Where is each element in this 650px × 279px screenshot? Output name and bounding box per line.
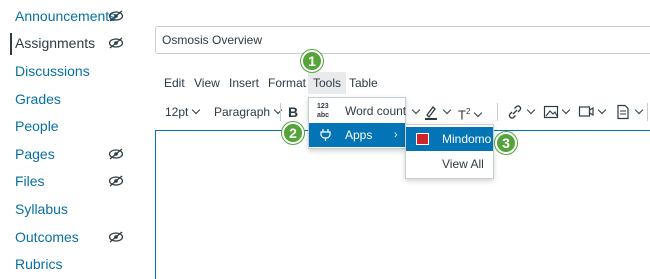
sidebar-item-grades[interactable]: Grades xyxy=(0,87,140,111)
chevron-down-icon xyxy=(526,105,536,115)
chevron-down-icon[interactable] xyxy=(631,98,644,126)
menu-tools[interactable]: Tools xyxy=(308,72,347,94)
chevron-down-icon[interactable] xyxy=(439,98,452,126)
chevron-down-icon xyxy=(192,105,201,115)
step-callout-2: 2 xyxy=(282,122,304,144)
sidebar-item-label: Grades xyxy=(15,91,61,107)
sidebar-item-announcements[interactable]: Announcements xyxy=(0,4,140,28)
apps-submenu: Mindomo View All xyxy=(405,124,494,179)
chevron-down-icon xyxy=(442,105,452,115)
assignment-title-field[interactable] xyxy=(155,26,650,54)
menu-item-label: Word count xyxy=(345,104,407,118)
menu-edit[interactable]: Edit xyxy=(164,72,185,94)
menu-insert[interactable]: Insert xyxy=(229,72,259,94)
sidebar-item-syllabus[interactable]: Syllabus xyxy=(0,197,140,221)
sidebar-item-label: Syllabus xyxy=(15,201,68,217)
sidebar-item-label: Rubrics xyxy=(15,256,63,272)
chevron-down-icon xyxy=(273,105,283,115)
toolbar-divider xyxy=(647,103,648,121)
menu-item-label: View All xyxy=(442,157,484,171)
block-format-dropdown[interactable]: Paragraph xyxy=(214,98,283,126)
menu-item-label: Apps xyxy=(345,128,373,142)
sidebar-item-pages[interactable]: Pages xyxy=(0,142,140,166)
toolbar-divider xyxy=(280,103,281,121)
sidebar-item-label: Files xyxy=(15,173,45,189)
mindomo-icon xyxy=(416,133,429,145)
chevron-down-icon[interactable] xyxy=(523,98,536,126)
chevron-down-icon xyxy=(561,105,571,115)
menu-table[interactable]: Table xyxy=(349,72,378,94)
link-icon[interactable] xyxy=(507,104,523,120)
step-callout-3: 3 xyxy=(495,132,517,154)
sidebar-item-people[interactable]: People xyxy=(0,114,140,138)
highlight-color-icon[interactable] xyxy=(423,104,439,120)
font-size-dropdown[interactable]: 12pt xyxy=(165,98,201,126)
chevron-down-icon[interactable] xyxy=(408,98,421,126)
media-icon[interactable] xyxy=(578,104,594,120)
eye-slash-icon xyxy=(108,10,124,22)
sidebar-item-label: Discussions xyxy=(15,63,90,79)
eye-slash-icon xyxy=(108,148,124,160)
chevron-down-icon xyxy=(597,105,607,115)
word-count-icon: 123 abc xyxy=(317,103,330,119)
sidebar-item-discussions[interactable]: Discussions xyxy=(0,59,140,83)
chevron-down-icon[interactable] xyxy=(594,98,607,126)
sidebar-item-label: Outcomes xyxy=(15,229,79,245)
document-icon[interactable] xyxy=(615,104,631,120)
sidebar-item-outcomes[interactable]: Outcomes xyxy=(0,225,140,249)
sidebar-item-label: People xyxy=(15,118,59,134)
sidebar-item-label: Announcements xyxy=(15,8,117,24)
toolbar-divider xyxy=(497,103,498,121)
chevron-down-icon xyxy=(634,105,644,115)
course-nav-sidebar: Announcements Assignments Discussions Gr… xyxy=(0,0,140,279)
rich-content-editor-body[interactable] xyxy=(155,130,650,279)
menu-item-word-count[interactable]: 123 abc Word count xyxy=(309,99,407,123)
menu-item-label: Mindomo xyxy=(442,132,492,146)
chevron-down-icon[interactable] xyxy=(558,98,571,126)
sidebar-item-label: Pages xyxy=(15,146,55,162)
chevron-right-icon: › xyxy=(394,129,398,141)
menu-item-apps[interactable]: Apps › xyxy=(309,123,405,147)
sidebar-item-label: Assignments xyxy=(15,35,96,51)
sidebar-item-assignments[interactable]: Assignments xyxy=(0,31,140,55)
eye-slash-icon xyxy=(108,175,124,187)
sidebar-item-files[interactable]: Files xyxy=(0,169,140,193)
assignment-title-input[interactable] xyxy=(156,27,650,53)
chevron-down-icon xyxy=(474,109,483,118)
eye-slash-icon xyxy=(108,231,124,243)
menu-view[interactable]: View xyxy=(194,72,220,94)
plug-icon xyxy=(320,129,331,141)
image-icon[interactable] xyxy=(543,104,559,120)
eye-slash-icon xyxy=(108,37,124,49)
active-indicator xyxy=(10,33,12,55)
block-format-value: Paragraph xyxy=(214,105,271,119)
step-callout-1: 1 xyxy=(301,50,323,72)
chevron-down-icon xyxy=(411,105,421,115)
menu-item-mindomo[interactable]: Mindomo xyxy=(406,127,493,151)
font-size-value: 12pt xyxy=(165,105,189,119)
tools-menu: 123 abc Word count Apps › xyxy=(308,97,406,149)
sidebar-item-rubrics[interactable]: Rubrics xyxy=(0,252,140,276)
superscript-icon[interactable]: T2 xyxy=(458,98,483,126)
menu-format[interactable]: Format xyxy=(268,72,306,94)
menu-item-view-all[interactable]: View All xyxy=(406,152,493,176)
